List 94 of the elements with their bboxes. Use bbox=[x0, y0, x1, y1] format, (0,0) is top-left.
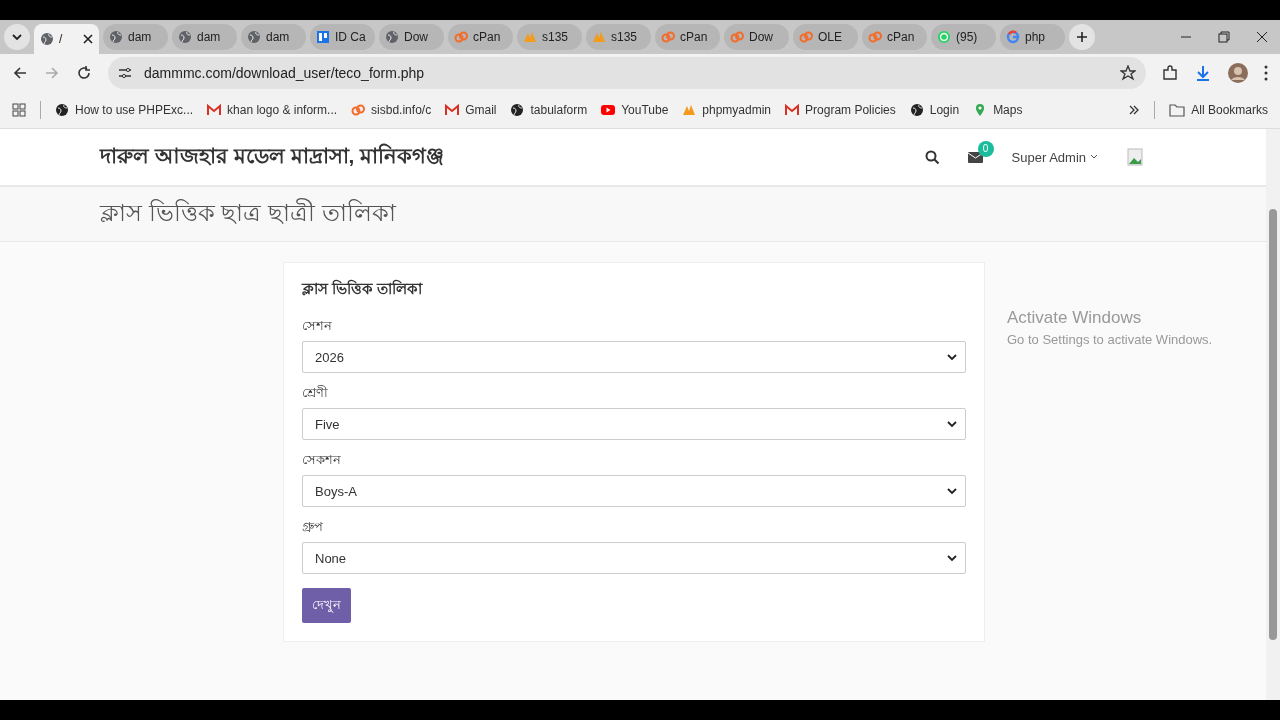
bookmark[interactable]: How to use PHPExc... bbox=[55, 103, 194, 117]
id-card-icon bbox=[316, 30, 330, 44]
globe-icon bbox=[55, 103, 69, 117]
globe-icon bbox=[109, 30, 123, 44]
browser-tab[interactable]: cPan bbox=[448, 24, 513, 50]
rings-icon bbox=[799, 30, 813, 44]
message-count-badge: 0 bbox=[977, 140, 994, 157]
browser-tab[interactable]: Dow bbox=[724, 24, 789, 50]
rings-icon bbox=[661, 30, 675, 44]
mail-icon bbox=[445, 103, 460, 117]
sail-icon bbox=[523, 30, 537, 44]
puzzle-icon[interactable] bbox=[1162, 65, 1178, 81]
chat-icon bbox=[937, 30, 951, 44]
browser-tab[interactable]: Dow bbox=[379, 24, 444, 50]
close-icon[interactable] bbox=[83, 34, 93, 44]
browser-tab[interactable]: (95) bbox=[931, 24, 996, 50]
bookmark[interactable]: YouTube bbox=[601, 103, 669, 117]
tab-list-button[interactable] bbox=[4, 24, 30, 50]
caret-icon bbox=[1090, 154, 1098, 160]
page-title: ক্লাস ভিত্তিক ছাত্র ছাত্রী তালিকা bbox=[100, 197, 396, 228]
bookmark[interactable]: khan logo & inform... bbox=[207, 103, 338, 117]
bookmark[interactable]: Program Policies bbox=[785, 103, 896, 117]
sail-icon bbox=[682, 103, 697, 117]
rings-icon bbox=[454, 30, 468, 44]
view-button[interactable]: দেখুন bbox=[302, 588, 351, 623]
search-icon[interactable] bbox=[924, 149, 940, 165]
globe-icon bbox=[385, 30, 399, 44]
menu-icon[interactable] bbox=[1264, 65, 1268, 81]
field-label: সেকশন bbox=[302, 451, 342, 469]
select-field[interactable]: Five bbox=[302, 408, 966, 440]
mail-icon bbox=[785, 103, 800, 117]
rings-icon bbox=[351, 103, 366, 117]
field-label: সেশন bbox=[302, 317, 333, 335]
star-icon[interactable] bbox=[1120, 65, 1136, 81]
close-icon[interactable] bbox=[1256, 31, 1268, 43]
caret-icon bbox=[947, 554, 957, 562]
download-icon[interactable] bbox=[1194, 64, 1212, 82]
plus-icon bbox=[1076, 31, 1088, 43]
browser-tab[interactable]: dam bbox=[172, 24, 237, 50]
avatar-icon[interactable] bbox=[1228, 63, 1248, 83]
bookmark[interactable]: Gmail bbox=[445, 103, 497, 117]
field-label: গ্রুপ bbox=[302, 518, 324, 536]
sail-icon bbox=[592, 30, 606, 44]
broken-image-icon bbox=[1126, 147, 1146, 167]
play-icon bbox=[601, 103, 616, 117]
browser-tab[interactable]: cPan bbox=[862, 24, 927, 50]
envelope-icon[interactable] bbox=[967, 150, 984, 164]
scrollbar[interactable] bbox=[1266, 129, 1280, 700]
back-icon[interactable] bbox=[12, 65, 28, 81]
chevron-icon[interactable] bbox=[1128, 104, 1141, 116]
globe-icon bbox=[909, 103, 924, 117]
bookmark[interactable]: Login bbox=[909, 103, 960, 117]
g-logo-icon bbox=[1006, 30, 1020, 44]
browser-tab[interactable]: dam bbox=[103, 24, 168, 50]
globe-icon bbox=[510, 103, 525, 117]
browser-tab[interactable]: php bbox=[1000, 24, 1065, 50]
select-field[interactable]: Boys-A bbox=[302, 475, 966, 507]
field-label: শ্রেণী bbox=[302, 384, 329, 402]
globe-icon bbox=[178, 30, 192, 44]
rings-icon bbox=[868, 30, 882, 44]
browser-tab[interactable]: / bbox=[34, 24, 99, 54]
select-field[interactable]: None bbox=[302, 542, 966, 574]
site-name: দারুল আজহার মডেল মাদ্রাসা, মানিকগঞ্জ bbox=[100, 142, 445, 169]
browser-tab[interactable]: s135 bbox=[586, 24, 651, 50]
globe-icon bbox=[247, 30, 261, 44]
caret-icon bbox=[947, 420, 957, 428]
select-field[interactable]: 2026 bbox=[302, 341, 966, 373]
user-menu[interactable]: Super Admin bbox=[1011, 149, 1098, 165]
chevron-down-icon bbox=[11, 31, 23, 43]
restore-icon[interactable] bbox=[1218, 31, 1230, 43]
browser-tab[interactable]: OLE bbox=[793, 24, 858, 50]
browser-tab[interactable]: s135 bbox=[517, 24, 582, 50]
browser-tab[interactable]: dam bbox=[241, 24, 306, 50]
browser-tab[interactable]: cPan bbox=[655, 24, 720, 50]
bookmark[interactable]: Maps bbox=[973, 103, 1023, 117]
folder-icon bbox=[1169, 103, 1186, 117]
apps-icon[interactable] bbox=[12, 103, 26, 117]
sliders-icon[interactable] bbox=[118, 66, 132, 80]
activation-title: Activate Windows bbox=[1007, 308, 1143, 328]
globe-icon bbox=[40, 32, 54, 46]
mail-icon bbox=[207, 103, 222, 117]
caret-icon bbox=[947, 487, 957, 495]
bookmark[interactable]: phpmyadmin bbox=[682, 103, 772, 117]
rings-icon bbox=[730, 30, 744, 44]
activation-text: Go to Settings to activate Windows. bbox=[1007, 332, 1213, 347]
form-title: ক্লাস ভিত্তিক তালিকা bbox=[302, 278, 423, 299]
browser-tab[interactable]: ID Ca bbox=[310, 24, 375, 50]
new-tab-button[interactable] bbox=[1069, 24, 1095, 50]
reload-icon[interactable] bbox=[76, 65, 92, 81]
bookmark[interactable]: tabulaform bbox=[510, 103, 588, 117]
all-bookmarks[interactable]: All Bookmarks bbox=[1169, 103, 1268, 117]
caret-icon bbox=[947, 353, 957, 361]
bookmark[interactable]: sisbd.info/c bbox=[351, 103, 432, 117]
address-bar[interactable]: dammmc.com/download_user/teco_form.php bbox=[108, 57, 1146, 89]
